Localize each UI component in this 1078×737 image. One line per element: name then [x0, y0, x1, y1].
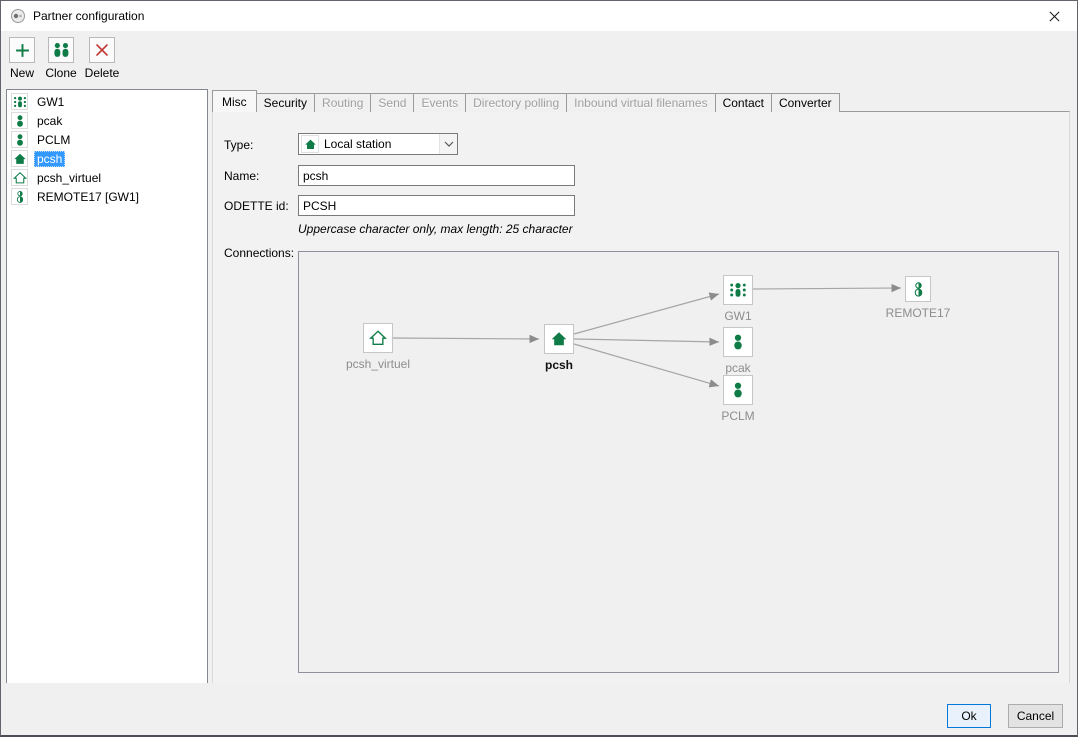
remote-partner-icon: [11, 188, 28, 205]
tab-events: Events: [413, 93, 467, 112]
gateway-icon: [730, 283, 746, 297]
list-item-pcsh-virtuel[interactable]: pcsh_virtuel: [7, 168, 207, 187]
list-item-label: pcsh_virtuel: [37, 170, 102, 185]
connections-label: Connections:: [224, 246, 295, 260]
partner-configuration-window: Partner configuration New Clone Delete G…: [0, 0, 1078, 737]
diagram-node-pclm[interactable]: [723, 375, 753, 405]
type-dropdown-value: Local station: [324, 137, 392, 151]
delete-button-label: Delete: [84, 66, 120, 80]
delete-icon: [89, 37, 115, 63]
chevron-down-icon[interactable]: [439, 134, 457, 154]
diagram-node-pcak[interactable]: [723, 327, 753, 357]
clone-icon: [48, 37, 74, 63]
list-item-label: REMOTE17 [GW1]: [37, 189, 140, 204]
list-item-pclm[interactable]: PCLM: [7, 130, 207, 149]
toolbar: New Clone Delete: [1, 31, 1077, 86]
list-item-pcsh[interactable]: pcsh: [7, 149, 207, 168]
plus-icon: [9, 37, 35, 63]
partner-icon: [734, 382, 742, 398]
diagram-node-label: pcsh: [544, 358, 573, 372]
gateway-icon: [11, 93, 28, 110]
virtual-station-icon: [369, 330, 387, 345]
connections-diagram: pcsh_virtuel pcsh GW1 pcak PCLM REMOTE17: [298, 251, 1059, 673]
tab-directory-polling: Directory polling: [465, 93, 568, 112]
odette-id-field[interactable]: [298, 195, 575, 216]
new-button[interactable]: New: [2, 37, 42, 80]
type-label: Type:: [224, 138, 254, 152]
diagram-node-label: pcak: [725, 361, 751, 375]
misc-tab-content: Type: Local station Name: ODETTE id:: [212, 111, 1070, 685]
delete-button[interactable]: Delete: [82, 37, 122, 80]
tab-converter[interactable]: Converter: [770, 93, 840, 112]
type-dropdown[interactable]: Local station: [298, 133, 458, 155]
window-title: Partner configuration: [33, 9, 145, 23]
list-item-label: pcak: [37, 113, 63, 128]
local-station-icon: [551, 332, 567, 346]
list-item-label: GW1: [37, 94, 65, 109]
diagram-node-pcsh[interactable]: [544, 324, 574, 354]
title-bar: Partner configuration: [1, 1, 1077, 31]
odette-id-label: ODETTE id:: [224, 199, 289, 213]
tab-contact[interactable]: Contact: [714, 93, 772, 112]
remote-partner-icon: [914, 281, 922, 297]
local-station-icon: [301, 135, 319, 153]
app-logo-icon: [10, 8, 26, 24]
close-icon: [1048, 10, 1060, 22]
diagram-node-label: PCLM: [721, 409, 755, 423]
name-field[interactable]: [298, 165, 575, 186]
tab-inbound-virtual-filenames: Inbound virtual filenames: [566, 93, 716, 112]
diagram-node-label: REMOTE17: [885, 306, 951, 320]
footer-bar: [1, 683, 1077, 735]
list-item-gw1[interactable]: GW1: [7, 92, 207, 111]
ok-button[interactable]: Ok: [947, 704, 991, 728]
close-button[interactable]: [1039, 5, 1069, 27]
partner-list: GW1 pcak PCLM pcsh pcsh_virtuel REMOTE17…: [6, 89, 208, 685]
name-label: Name:: [224, 169, 260, 183]
cancel-button[interactable]: Cancel: [1008, 704, 1063, 728]
diagram-node-pcsh-virtuel[interactable]: [363, 323, 393, 353]
partner-detail-pane: Misc Security Routing Send Events Direct…: [212, 90, 1070, 685]
list-item-pcak[interactable]: pcak: [7, 111, 207, 130]
diagram-node-gw1[interactable]: [723, 275, 753, 305]
diagram-node-label: pcsh_virtuel: [345, 357, 411, 371]
diagram-node-label: GW1: [724, 309, 752, 323]
list-item-remote17[interactable]: REMOTE17 [GW1]: [7, 187, 207, 206]
tab-strip: Misc Security Routing Send Events Direct…: [212, 90, 840, 112]
list-item-label: PCLM: [37, 132, 71, 147]
diagram-node-remote17[interactable]: [905, 276, 931, 302]
tab-security[interactable]: Security: [255, 93, 316, 112]
virtual-station-icon: [11, 169, 28, 186]
clone-button[interactable]: Clone: [41, 37, 81, 80]
local-station-icon: [11, 150, 28, 167]
partner-icon: [11, 131, 28, 148]
partner-icon: [734, 334, 742, 350]
partner-icon: [11, 112, 28, 129]
odette-id-hint: Uppercase character only, max length: 25…: [298, 222, 573, 236]
tab-send: Send: [370, 93, 415, 112]
list-item-label-selected: pcsh: [34, 150, 66, 167]
clone-button-label: Clone: [45, 66, 77, 80]
tab-routing: Routing: [314, 93, 372, 112]
new-button-label: New: [9, 66, 34, 80]
tab-misc[interactable]: Misc: [212, 90, 257, 112]
